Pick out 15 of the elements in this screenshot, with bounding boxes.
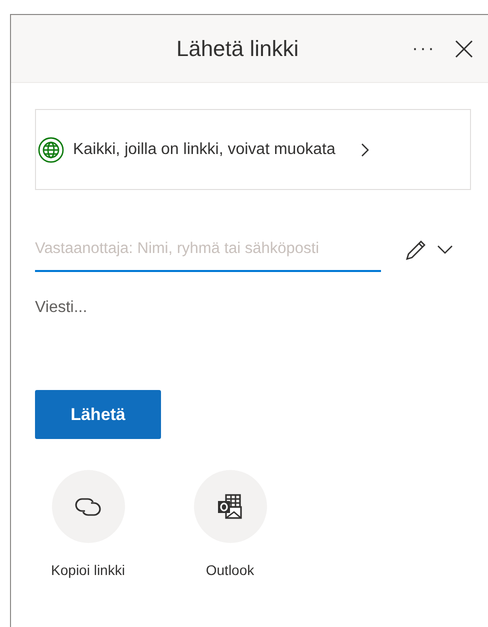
share-option[interactable]: Outlook bbox=[185, 470, 275, 581]
panel-title: Lähetä linkki bbox=[175, 35, 300, 63]
pencil-icon bbox=[405, 238, 427, 260]
send-button[interactable]: Lähetä bbox=[35, 390, 161, 439]
link-icon bbox=[75, 496, 101, 516]
recipient-field[interactable]: Vastaanottaja: Nimi, ryhmä tai sähköposti bbox=[35, 227, 381, 272]
permission-button[interactable]: Kaikki, joilla on linkki, voivat muokata bbox=[35, 109, 471, 190]
chevron-down-icon bbox=[437, 245, 453, 254]
chevron-right-icon bbox=[361, 142, 370, 156]
more-button[interactable]: ··· bbox=[404, 32, 444, 64]
share-option[interactable]: Kopioi linkki bbox=[43, 470, 133, 581]
close-icon bbox=[455, 40, 473, 58]
mail-calendar-icon bbox=[217, 494, 243, 520]
globe-icon bbox=[38, 136, 64, 162]
message-field[interactable]: Viesti... bbox=[35, 296, 471, 368]
